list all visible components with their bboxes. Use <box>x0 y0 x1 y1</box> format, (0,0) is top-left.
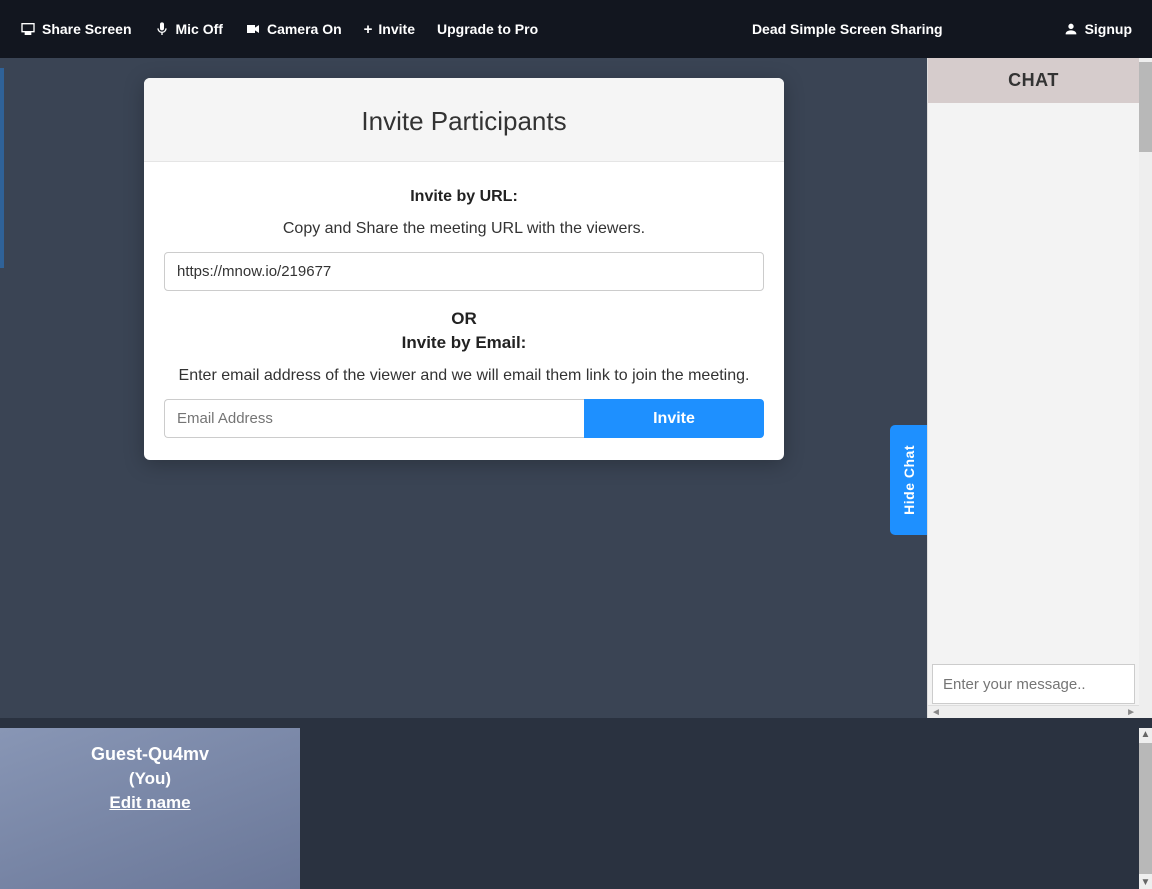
share-screen-label: Share Screen <box>42 21 132 37</box>
scrollbar-thumb[interactable] <box>1139 62 1152 152</box>
participants-strip: Guest-Qu4mv (You) Edit name ▲ ▼ <box>0 718 1152 889</box>
email-field[interactable] <box>164 399 584 438</box>
scrollbar-thumb[interactable] <box>1139 743 1152 874</box>
main-vertical-scrollbar[interactable] <box>1139 58 1152 718</box>
chat-input[interactable] <box>932 664 1135 704</box>
share-screen-button[interactable]: Share Screen <box>20 21 132 37</box>
top-toolbar: Share Screen Mic Off Camera On + Invite … <box>0 0 1152 58</box>
monitor-icon <box>20 21 36 37</box>
invite-label: Invite <box>378 21 415 37</box>
scroll-right-arrow-icon[interactable]: ► <box>1126 707 1136 718</box>
chat-header: CHAT <box>928 58 1139 103</box>
signup-button[interactable]: Signup <box>1063 21 1132 37</box>
plus-icon: + <box>364 22 373 37</box>
modal-title: Invite Participants <box>164 106 764 137</box>
chat-panel: CHAT ◄ ► <box>927 58 1139 718</box>
invite-modal: Invite Participants Invite by URL: Copy … <box>144 78 784 460</box>
camera-toggle-button[interactable]: Camera On <box>245 21 342 37</box>
modal-header: Invite Participants <box>144 78 784 162</box>
you-indicator: (You) <box>129 769 171 789</box>
signup-label: Signup <box>1085 21 1132 37</box>
scroll-down-arrow-icon[interactable]: ▼ <box>1140 876 1152 889</box>
upgrade-link[interactable]: Upgrade to Pro <box>437 21 538 37</box>
chat-horizontal-scrollbar[interactable]: ◄ ► <box>928 705 1139 718</box>
hide-chat-label: Hide Chat <box>901 445 917 515</box>
or-divider: OR <box>164 309 764 329</box>
invite-button[interactable]: + Invite <box>364 21 415 37</box>
mic-toggle-button[interactable]: Mic Off <box>154 21 223 37</box>
scroll-up-arrow-icon[interactable]: ▲ <box>1140 728 1152 741</box>
email-description: Enter email address of the viewer and we… <box>164 367 764 385</box>
upgrade-label: Upgrade to Pro <box>437 21 538 37</box>
url-description: Copy and Share the meeting URL with the … <box>164 220 764 238</box>
invite-by-url-label: Invite by URL: <box>164 188 764 206</box>
strip-vertical-scrollbar[interactable]: ▲ ▼ <box>1139 728 1152 889</box>
camera-label: Camera On <box>267 21 342 37</box>
microphone-icon <box>154 21 170 37</box>
invite-by-email-label: Invite by Email: <box>164 333 764 353</box>
hide-chat-button[interactable]: Hide Chat <box>890 425 927 535</box>
user-icon <box>1063 21 1079 37</box>
brand-title: Dead Simple Screen Sharing <box>752 21 943 37</box>
edit-name-link[interactable]: Edit name <box>109 793 190 813</box>
mic-label: Mic Off <box>176 21 223 37</box>
left-edge-indicator <box>0 68 4 268</box>
participant-name: Guest-Qu4mv <box>91 744 209 765</box>
camera-icon <box>245 21 261 37</box>
scroll-left-arrow-icon[interactable]: ◄ <box>931 707 941 718</box>
participant-tile: Guest-Qu4mv (You) Edit name <box>0 728 300 889</box>
meeting-url-input[interactable] <box>164 252 764 291</box>
send-invite-button[interactable]: Invite <box>584 399 764 438</box>
